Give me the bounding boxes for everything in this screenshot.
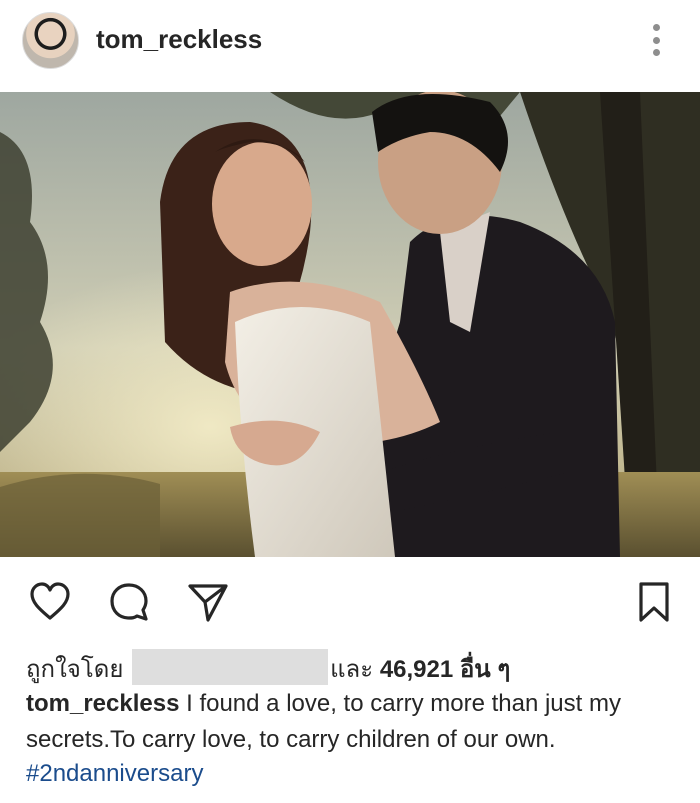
profile-avatar[interactable] (22, 12, 79, 69)
likes-prefix: ถูกใจโดย (26, 656, 124, 683)
likes-line: ถูกใจโดย และ 46,921 อื่น ๆ (26, 648, 510, 689)
likes-count[interactable]: 46,921 (380, 656, 453, 683)
action-bar (0, 578, 700, 626)
caption-hashtag[interactable]: #2ndanniversary (26, 760, 203, 788)
heart-icon[interactable] (26, 578, 74, 626)
caption-username[interactable]: tom_reckless (26, 690, 179, 717)
wedding-photo (0, 92, 700, 557)
comment-icon[interactable] (105, 578, 153, 626)
likes-joiner: และ (330, 656, 374, 683)
likes-suffix[interactable]: อื่น ๆ (460, 656, 510, 683)
redacted-username (132, 648, 329, 685)
post-username[interactable]: tom_reckless (96, 24, 262, 55)
post-caption: tom_reckless I found a love, to carry mo… (26, 686, 686, 758)
send-icon[interactable] (184, 578, 232, 626)
post-photo[interactable] (0, 92, 700, 557)
post-header: tom_reckless (0, 0, 700, 80)
more-vertical-icon[interactable] (645, 20, 667, 60)
bookmark-icon[interactable] (630, 578, 678, 626)
